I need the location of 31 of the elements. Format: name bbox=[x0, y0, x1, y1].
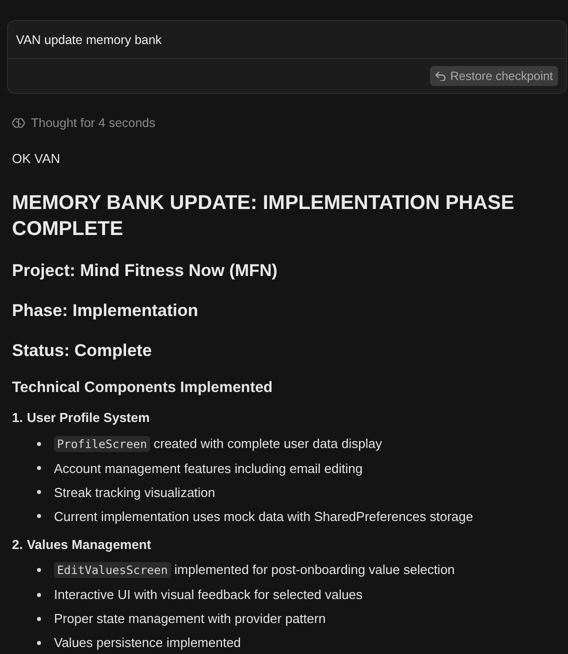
section-heading: Technical Components Implemented bbox=[12, 378, 274, 398]
component-title: Values Management bbox=[26, 536, 152, 554]
subheading: Status: Complete bbox=[12, 340, 153, 362]
list-item-text: Interactive UI with visual feedback for selected values bbox=[54, 586, 363, 603]
list-number: 2. bbox=[12, 536, 23, 554]
brain-icon bbox=[12, 118, 25, 129]
bullet-icon bbox=[37, 466, 41, 470]
undo-icon bbox=[435, 70, 446, 81]
component-title: User Profile System bbox=[26, 409, 150, 427]
list-item-text: Streak tracking visualization bbox=[54, 484, 216, 500]
list-number: 1. bbox=[12, 409, 23, 427]
bullet-icon bbox=[37, 514, 41, 518]
list-item-text: Values persistence implemented bbox=[54, 634, 241, 651]
list-item-text: Current implementation uses mock data with SharedPreferences storage bbox=[54, 508, 474, 524]
prompt-text: VAN update memory bank bbox=[15, 32, 163, 49]
subheading: Phase: Implementation bbox=[12, 300, 200, 322]
list-item-text: Proper state management with provider pattern bbox=[54, 610, 326, 627]
bullet-icon bbox=[37, 490, 41, 494]
subheading: Project: Mind Fitness Now (MFN) bbox=[12, 260, 278, 282]
list-item-text: EditValuesScreen implemented for post-onboarding value selection bbox=[54, 561, 455, 579]
bullet-icon bbox=[37, 568, 41, 572]
heading: MEMORY BANK UPDATE: IMPLEMENTATION PHASE COMPLETE bbox=[12, 191, 516, 242]
restore-checkpoint-button[interactable]: Restore checkpoint bbox=[430, 66, 558, 86]
bullet-icon bbox=[37, 442, 41, 446]
reply-text: OK VAN bbox=[12, 150, 62, 168]
thought-duration: Thought for 4 seconds bbox=[31, 114, 156, 132]
bullet-icon bbox=[37, 616, 41, 620]
list-item-text: Account management features including email editing bbox=[54, 460, 363, 476]
list-item-text: ProfileScreen created with complete user data display bbox=[54, 434, 382, 452]
bullet-icon bbox=[37, 592, 41, 596]
bullet-icon bbox=[37, 640, 41, 644]
